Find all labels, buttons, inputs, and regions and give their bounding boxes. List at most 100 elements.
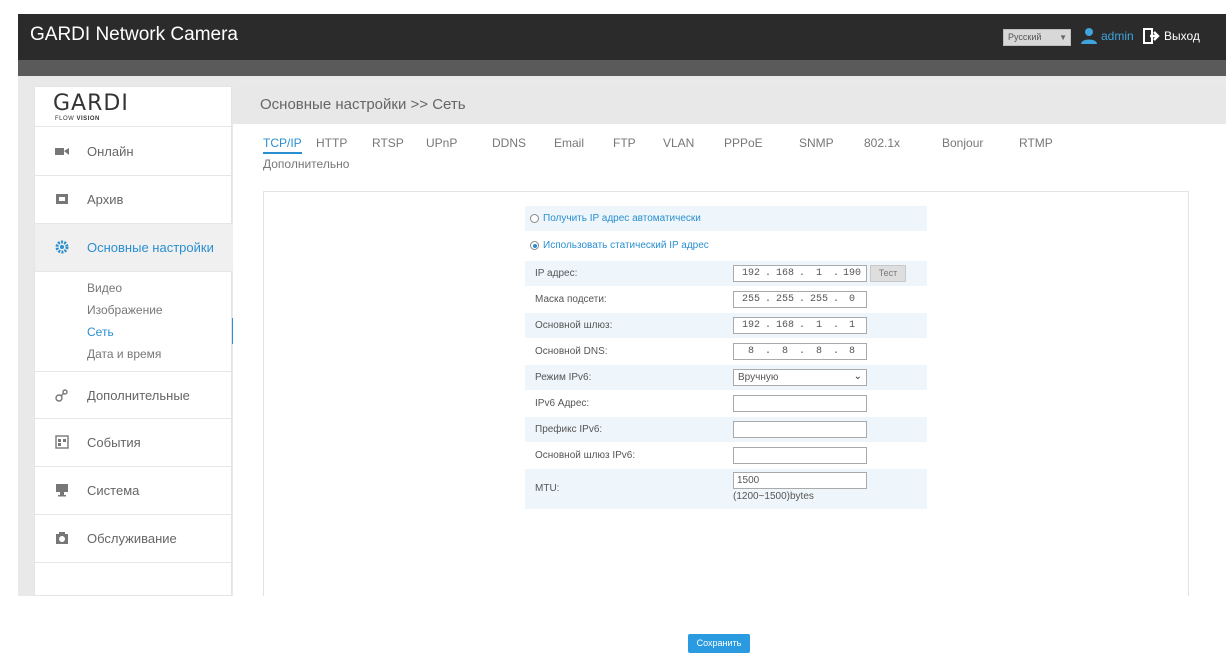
tab-tcpip[interactable]: TCP/IP xyxy=(263,136,302,154)
sidebar-item-advanced[interactable]: Дополнительные xyxy=(35,371,233,419)
ipv6-address-row: IPv6 Адрес: xyxy=(525,391,927,416)
dns-row: Основной DNS: 8. 8. 8. 8 xyxy=(525,339,927,364)
tab-advanced[interactable]: Дополнительно xyxy=(263,157,349,171)
dns-field[interactable]: 8. 8. 8. 8 xyxy=(733,343,867,360)
maintenance-icon xyxy=(56,532,68,544)
ip-address-label: IP адрес: xyxy=(535,268,578,279)
user-icon[interactable] xyxy=(1080,27,1098,45)
ipv6-mode-select[interactable]: Вручную ⌄ xyxy=(733,369,867,386)
octet: 255 xyxy=(741,294,760,305)
octet: 8 xyxy=(848,346,855,357)
top-bar: GARDI Network Camera Русский ▼ admin Вых… xyxy=(18,14,1226,60)
logout-link[interactable]: Выход xyxy=(1164,29,1200,43)
sidebar-item-label: События xyxy=(87,435,141,450)
calendar-icon xyxy=(55,435,69,449)
mtu-hint: (1200~1500)bytes xyxy=(733,491,814,502)
subnav-label: Дата и время xyxy=(87,347,162,361)
radio-static-row[interactable]: Использовать статический IP адрес xyxy=(525,233,927,258)
subnav-label: Сеть xyxy=(87,325,114,339)
tab-pppoe[interactable]: PPPoE xyxy=(724,136,763,150)
octet: 255 xyxy=(775,294,794,305)
ipv6-address-label: IPv6 Адрес: xyxy=(535,398,590,409)
sidebar-item-basic-settings[interactable]: Основные настройки xyxy=(35,224,233,272)
radio-static-ip[interactable] xyxy=(530,241,539,250)
subnav-image[interactable]: Изображение xyxy=(35,299,233,321)
tab-bonjour[interactable]: Bonjour xyxy=(942,136,983,150)
ipv6-gateway-label: Основной шлюз IPv6: xyxy=(535,450,636,461)
logo: GARDI FLOW VISION xyxy=(35,87,233,127)
octet: 190 xyxy=(842,268,861,279)
ipv6-mode-row: Режим IPv6: Вручную ⌄ xyxy=(525,365,927,390)
radio-auto-label[interactable]: Получить IP адрес автоматически xyxy=(543,213,701,224)
tab-ftp[interactable]: FTP xyxy=(613,136,636,150)
logout-icon[interactable] xyxy=(1143,27,1161,45)
radio-auto-ip[interactable] xyxy=(530,214,539,223)
tab-vlan[interactable]: VLAN xyxy=(663,136,694,150)
radio-auto-row[interactable]: Получить IP адрес автоматически xyxy=(525,206,927,231)
octet: 192 xyxy=(741,268,760,279)
gear-icon xyxy=(55,240,69,254)
language-select[interactable]: Русский ▼ xyxy=(1003,29,1071,46)
logo-mark: GARDI xyxy=(53,91,129,116)
sidebar-item-label: Онлайн xyxy=(87,144,134,159)
sidebar-item-maintenance[interactable]: Обслуживание xyxy=(35,515,233,563)
sidebar-item-archive[interactable]: Архив xyxy=(35,176,233,224)
tab-email[interactable]: Email xyxy=(554,136,584,150)
ipv6-address-input[interactable] xyxy=(733,395,867,412)
tab-http[interactable]: HTTP xyxy=(316,136,347,150)
ip-address-field[interactable]: 192. 168. 1. 190 xyxy=(733,265,867,282)
ip-address-row: IP адрес: 192. 168. 1. 190 Тест xyxy=(525,261,927,286)
ipv6-prefix-input[interactable] xyxy=(733,421,867,438)
user-name-link[interactable]: admin xyxy=(1101,29,1134,43)
sidebar-item-label: Система xyxy=(87,483,140,498)
sub-bar xyxy=(18,60,1226,76)
camera-icon xyxy=(55,148,69,155)
octet: 168 xyxy=(775,320,794,331)
sidebar-item-label: Дополнительные xyxy=(87,388,190,403)
tab-snmp[interactable]: SNMP xyxy=(799,136,834,150)
subnav-date-time[interactable]: Дата и время xyxy=(35,343,233,365)
sidebar-item-label: Обслуживание xyxy=(87,531,177,546)
octet: 168 xyxy=(775,268,794,279)
subnav-video[interactable]: Видео xyxy=(35,277,233,299)
octet: 255 xyxy=(809,294,828,305)
sidebar-item-online[interactable]: Онлайн xyxy=(35,128,233,176)
mtu-input[interactable]: 1500 xyxy=(733,472,867,489)
chevron-down-icon: ⌄ xyxy=(853,371,862,382)
tab-upnp[interactable]: UPnP xyxy=(426,136,457,150)
octet: 0 xyxy=(848,294,855,305)
subnet-mask-row: Маска подсети: 255. 255. 255. 0 xyxy=(525,287,927,312)
mtu-label: MTU: xyxy=(535,483,560,494)
tab-rtmp[interactable]: RTMP xyxy=(1019,136,1053,150)
ipv6-gateway-input[interactable] xyxy=(733,447,867,464)
octet: 192 xyxy=(741,320,760,331)
subnet-mask-field[interactable]: 255. 255. 255. 0 xyxy=(733,291,867,308)
logo-sub-left: FLOW xyxy=(55,116,75,122)
radio-static-label[interactable]: Использовать статический IP адрес xyxy=(543,240,709,251)
sidebar-item-system[interactable]: Система xyxy=(35,467,233,515)
gateway-field[interactable]: 192. 168. 1. 1 xyxy=(733,317,867,334)
dns-label: Основной DNS: xyxy=(535,346,608,357)
tab-rtsp[interactable]: RTSP xyxy=(372,136,404,150)
test-button[interactable]: Тест xyxy=(870,265,906,282)
tab-8021x[interactable]: 802.1x xyxy=(864,136,900,150)
octet: 1 xyxy=(815,268,822,279)
breadcrumb-text: Основные настройки >> Сеть xyxy=(260,96,466,113)
sidebar-item-events[interactable]: События xyxy=(35,419,233,467)
gateway-row: Основной шлюз: 192. 168. 1. 1 xyxy=(525,313,927,338)
ipv6-prefix-label: Префикс IPv6: xyxy=(535,424,603,435)
main-content: Основные настройки >> Сеть TCP/IP HTTP R… xyxy=(233,86,1226,653)
logo-sub-right: VISION xyxy=(76,116,100,122)
app-title: GARDI Network Camera xyxy=(30,24,238,45)
language-value: Русский xyxy=(1008,32,1042,42)
octet: 8 xyxy=(781,346,788,357)
sidebar: GARDI FLOW VISION Онлайн Архив Основные … xyxy=(34,86,235,596)
tab-ddns[interactable]: DDNS xyxy=(492,136,526,150)
subnav-network[interactable]: Сеть xyxy=(35,318,235,344)
nodes-icon xyxy=(55,389,68,402)
ipv6-mode-label: Режим IPv6: xyxy=(535,372,592,383)
save-button[interactable]: Сохранить xyxy=(688,634,750,653)
monitor-icon xyxy=(56,484,68,497)
octet: 1 xyxy=(848,320,855,331)
sidebar-item-label: Архив xyxy=(87,192,124,207)
